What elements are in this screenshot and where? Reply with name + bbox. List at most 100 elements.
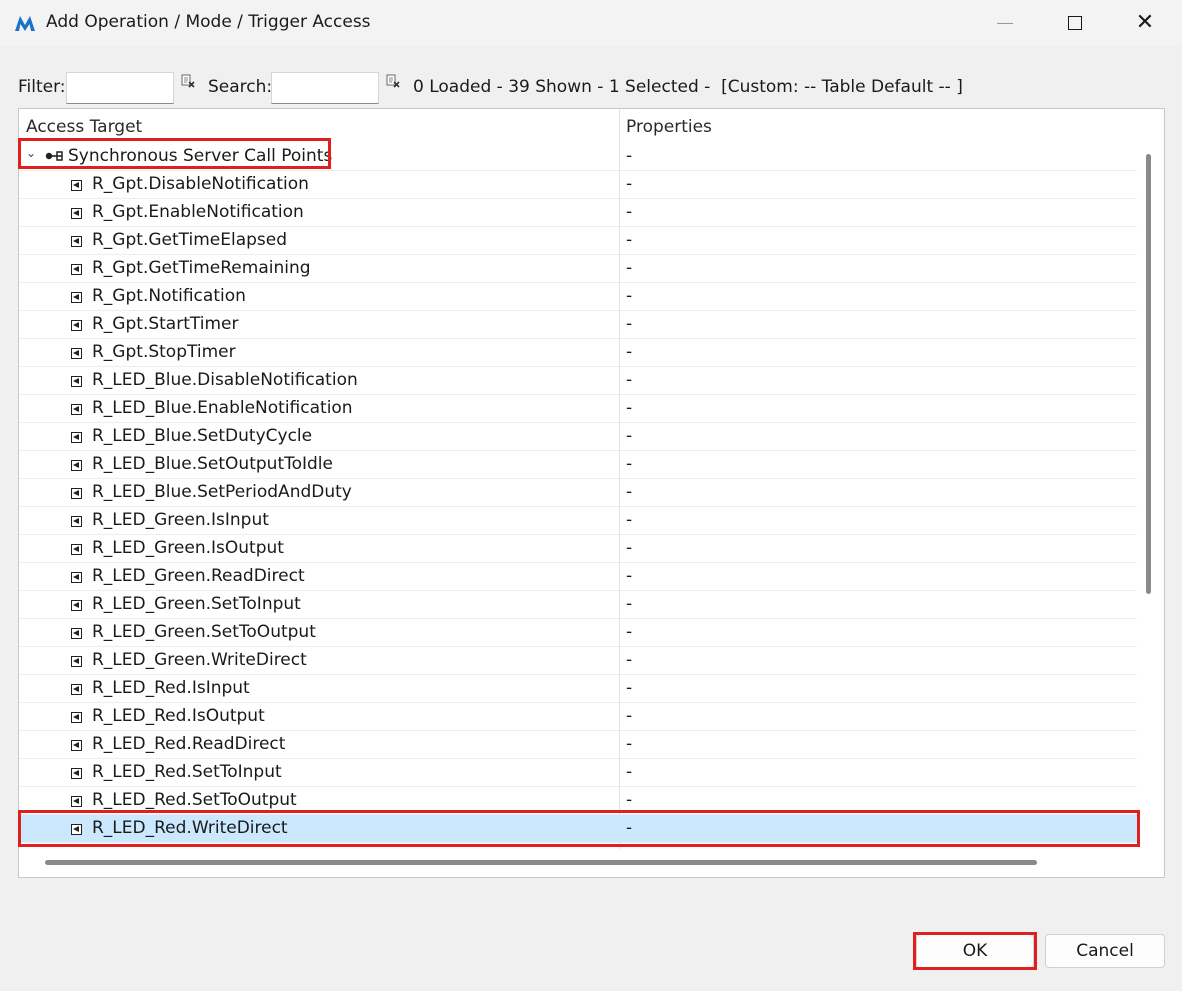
table-row[interactable]: R_LED_Blue.SetOutputToIdle - [19,451,1137,479]
server-call-point-icon [45,151,63,161]
clear-search-icon[interactable] [386,74,400,88]
row-access-target: R_LED_Blue.SetDutyCycle [92,426,313,446]
operation-icon [71,292,82,303]
table-row[interactable]: R_LED_Green.IsInput - [19,507,1137,535]
row-properties: - [626,734,633,754]
row-properties: - [626,258,633,278]
table-row[interactable]: R_LED_Red.IsOutput - [19,703,1137,731]
row-access-target: R_LED_Blue.DisableNotification [92,370,358,390]
chevron-down-icon[interactable]: ⌄ [26,146,36,160]
close-button[interactable]: ✕ [1110,0,1180,46]
operation-icon [71,516,82,527]
filter-label: Filter: [18,77,66,97]
row-access-target: R_LED_Green.IsInput [92,510,269,530]
column-header-access-target[interactable]: Access Target [26,117,142,137]
operation-icon [71,348,82,359]
group-properties: - [626,146,633,166]
column-header-properties[interactable]: Properties [626,117,712,137]
operation-icon [71,740,82,751]
close-icon: ✕ [1135,10,1155,35]
table-row[interactable]: R_LED_Green.IsOutput - [19,535,1137,563]
row-access-target: R_LED_Red.SetToOutput [92,790,297,810]
table-row[interactable]: R_LED_Red.WriteDirect - [19,815,1137,843]
row-access-target: R_LED_Red.ReadDirect [92,734,286,754]
row-properties: - [626,538,633,558]
table-row[interactable]: R_LED_Blue.DisableNotification - [19,367,1137,395]
operation-icon [71,712,82,723]
row-access-target: R_LED_Red.SetToInput [92,762,282,782]
operation-icon [71,208,82,219]
search-label: Search: [208,77,273,97]
row-properties: - [626,230,633,250]
horizontal-scrollbar[interactable] [45,860,1037,865]
table-row[interactable]: R_LED_Red.ReadDirect - [19,731,1137,759]
table-row[interactable]: R_LED_Red.SetToOutput - [19,787,1137,815]
row-properties: - [626,622,633,642]
operation-icon [71,488,82,499]
cancel-button[interactable]: Cancel [1045,934,1165,968]
filter-bar: Filter: Search: 0 Loaded - 39 Shown - 1 … [0,70,1182,104]
minimize-icon [997,22,1013,24]
table-row[interactable]: R_Gpt.StopTimer - [19,339,1137,367]
table-row[interactable]: R_Gpt.GetTimeRemaining - [19,255,1137,283]
row-access-target: R_Gpt.StopTimer [92,342,236,362]
table-row[interactable]: R_Gpt.Notification - [19,283,1137,311]
row-properties: - [626,286,633,306]
row-access-target: R_Gpt.GetTimeElapsed [92,230,288,250]
row-access-target: R_Gpt.EnableNotification [92,202,304,222]
table-row[interactable]: R_LED_Red.SetToInput - [19,759,1137,787]
minimize-button[interactable] [970,0,1040,46]
table-row[interactable]: R_LED_Blue.EnableNotification - [19,395,1137,423]
row-properties: - [626,510,633,530]
table-row[interactable]: R_LED_Blue.SetDutyCycle - [19,423,1137,451]
row-access-target: R_LED_Red.WriteDirect [92,818,288,838]
table-row[interactable]: R_LED_Green.SetToInput - [19,591,1137,619]
table-row[interactable]: R_LED_Red.IsInput - [19,675,1137,703]
table-row[interactable]: R_LED_Green.SetToOutput - [19,619,1137,647]
row-properties: - [626,790,633,810]
table-row[interactable]: R_LED_Blue.SetPeriodAndDuty - [19,479,1137,507]
table-row[interactable]: R_LED_Green.WriteDirect - [19,647,1137,675]
table-row[interactable]: R_Gpt.StartTimer - [19,311,1137,339]
table-row[interactable]: R_Gpt.DisableNotification - [19,171,1137,199]
table-row[interactable]: R_Gpt.EnableNotification - [19,199,1137,227]
search-input[interactable] [271,72,379,104]
row-properties: - [626,650,633,670]
ok-button[interactable]: OK [916,934,1034,968]
row-properties: - [626,566,633,586]
maximize-button[interactable] [1040,0,1110,46]
clear-filter-icon[interactable] [181,74,195,88]
operation-icon [71,824,82,835]
table-row[interactable]: R_Gpt.GetTimeElapsed - [19,227,1137,255]
operation-icon [71,264,82,275]
row-access-target: R_LED_Green.SetToInput [92,594,301,614]
row-properties: - [626,454,633,474]
operation-icon [71,432,82,443]
operation-icon [71,320,82,331]
row-access-target: R_LED_Blue.SetOutputToIdle [92,454,333,474]
table-row[interactable]: R_LED_Green.ReadDirect - [19,563,1137,591]
row-access-target: R_Gpt.StartTimer [92,314,239,334]
row-access-target: R_LED_Green.WriteDirect [92,650,307,670]
row-properties: - [626,678,633,698]
row-access-target: R_Gpt.GetTimeRemaining [92,258,311,278]
tree-group-row[interactable]: ⌄ Synchronous Server Call Points - [19,143,1137,171]
row-properties: - [626,174,633,194]
access-target-table: Access Target Properties ⌄ Synchronous S… [18,108,1165,878]
window-title: Add Operation / Mode / Trigger Access [46,12,371,32]
row-access-target: R_LED_Green.ReadDirect [92,566,305,586]
maximize-icon [1068,16,1082,30]
row-access-target: R_LED_Blue.SetPeriodAndDuty [92,482,352,502]
operation-icon [71,628,82,639]
row-access-target: R_LED_Blue.EnableNotification [92,398,353,418]
row-properties: - [626,818,633,838]
row-properties: - [626,426,633,446]
operation-icon [71,404,82,415]
group-label: Synchronous Server Call Points [68,146,333,166]
filter-input[interactable] [66,72,174,104]
operation-icon [71,600,82,611]
operation-icon [71,796,82,807]
vertical-scrollbar[interactable] [1146,154,1151,594]
title-bar: Add Operation / Mode / Trigger Access ✕ [0,0,1182,46]
status-text: 0 Loaded - 39 Shown - 1 Selected - [Cust… [413,77,963,97]
